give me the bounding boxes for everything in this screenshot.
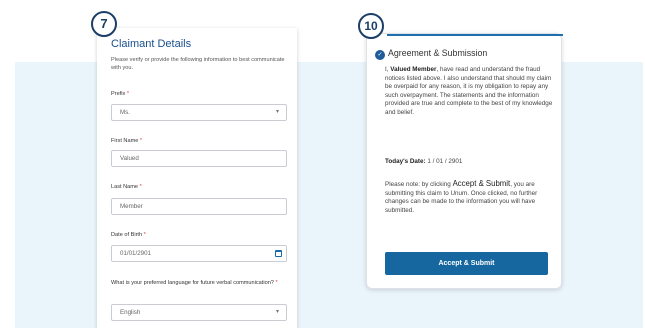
prefix-select[interactable]: Ms. ▾	[111, 104, 287, 121]
required-mark: *	[275, 280, 278, 286]
todays-date-label: Today's Date:	[385, 158, 426, 165]
agreement-submission-panel: ✓ Agreement & Submission I, Valued Membe…	[366, 33, 563, 289]
chevron-down-icon: ▾	[275, 109, 279, 115]
todays-date: Today's Date: 1 / 01 / 2901	[385, 158, 555, 167]
first-name-field[interactable]: Valued	[111, 150, 287, 167]
date-of-birth-label: Date of Birth *	[111, 232, 146, 238]
member-name: Valued Member	[390, 66, 437, 73]
language-value: English	[120, 309, 141, 316]
calendar-icon[interactable]	[275, 250, 282, 257]
chevron-down-icon: ▾	[275, 309, 279, 315]
claimant-details-title: Claimant Details	[111, 38, 192, 50]
todays-date-value: 1 / 01 / 2901	[425, 158, 463, 165]
accept-submit-emphasis: Accept & Submit	[452, 179, 511, 188]
last-name-value: Member	[120, 203, 143, 210]
required-mark: *	[126, 91, 130, 97]
date-of-birth-field[interactable]: 01/01/2901	[111, 245, 287, 262]
submission-note: Please note: by clicking Accept & Submit…	[385, 179, 538, 214]
language-label: What is your preferred language for futu…	[111, 280, 278, 286]
panel-accent-bar	[387, 34, 563, 36]
last-name-field[interactable]: Member	[111, 198, 287, 215]
claimant-details-panel: Claimant Details Please verify or provid…	[97, 28, 297, 328]
date-of-birth-value: 01/01/2901	[120, 250, 151, 257]
required-mark: *	[139, 138, 143, 144]
accept-submit-button[interactable]: Accept & Submit	[385, 252, 548, 275]
required-mark: *	[139, 184, 142, 190]
claimant-details-instructions: Please verify or provide the following i…	[111, 57, 285, 71]
step-badge-7: 7	[91, 11, 117, 37]
agreement-statement: I, Valued Member, have read and understa…	[385, 66, 553, 116]
first-name-value: Valued	[120, 155, 139, 162]
required-mark: *	[143, 232, 146, 238]
prefix-label: Prefix *	[111, 91, 130, 97]
language-select[interactable]: English ▾	[111, 304, 287, 321]
last-name-label: Last Name *	[111, 184, 142, 190]
prefix-value: Ms.	[120, 109, 130, 116]
agreement-title: Agreement & Submission	[388, 48, 488, 58]
step-badge-10: 10	[358, 13, 384, 39]
first-name-label: First Name *	[111, 138, 143, 144]
check-circle-icon: ✓	[375, 50, 385, 60]
